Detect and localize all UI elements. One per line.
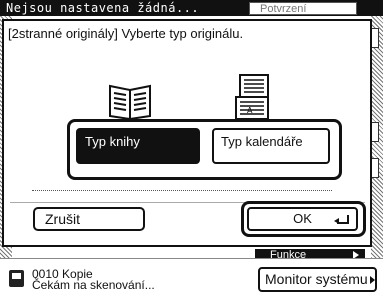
job-line-2: Čekám na skenování...	[32, 278, 155, 292]
enter-icon	[334, 215, 349, 224]
system-monitor-label: Monitor systému	[265, 271, 368, 287]
ok-button[interactable]: OK	[247, 207, 358, 231]
book-icon	[109, 84, 151, 120]
dotted-divider	[32, 190, 332, 191]
job-status-icon[interactable]	[9, 270, 24, 287]
copier-screen: Nejsou nastavena žádná... Potvrzení Funk…	[0, 0, 383, 293]
background-confirm-button[interactable]: Potvrzení	[249, 2, 357, 15]
dialog-message: [2stranné originály] Vyberte typ originá…	[8, 26, 244, 41]
svg-text:A: A	[247, 106, 253, 115]
background-title-text: Nejsou nastavena žádná...	[6, 1, 200, 15]
background-title-bar: Nejsou nastavena žádná... Potvrzení	[0, 0, 383, 16]
status-bar: 0010 Kopie Čekám na skenování... Monitor…	[0, 258, 383, 293]
system-monitor-button[interactable]: Monitor systému	[258, 267, 377, 292]
book-type-button[interactable]: Typ knihy	[76, 128, 200, 164]
arrow-right-icon	[370, 276, 375, 284]
cancel-button[interactable]: Zrušit	[33, 207, 145, 231]
ok-label: OK	[293, 211, 312, 226]
calendar-type-button[interactable]: Typ kalendáře	[212, 128, 330, 164]
original-type-dialog: [2stranné originály] Vyberte typ originá…	[2, 19, 372, 247]
calendar-icon: A	[235, 74, 269, 120]
